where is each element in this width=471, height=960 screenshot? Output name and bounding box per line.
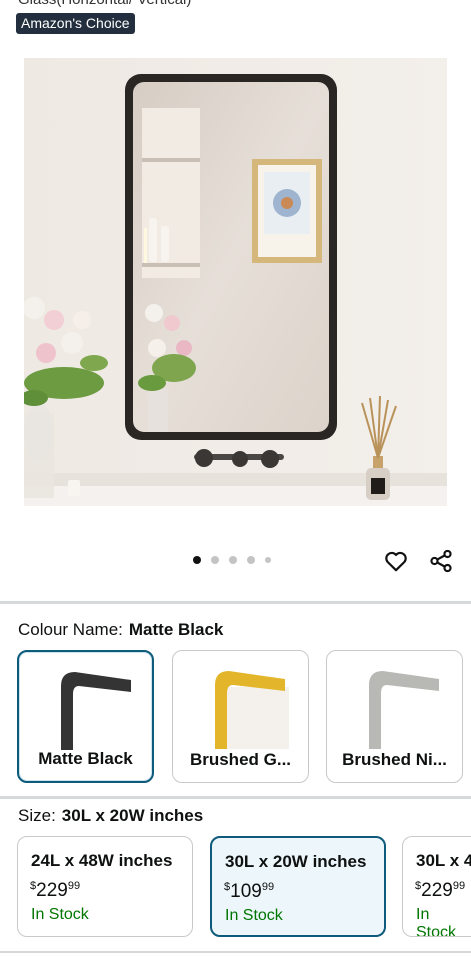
- heart-icon[interactable]: [383, 548, 409, 574]
- image-carousel-indicator[interactable]: [193, 556, 271, 564]
- colour-selected-value: Matte Black: [128, 620, 224, 639]
- colour-label: Colour Name:: [18, 620, 123, 639]
- colour-option-label: Brushed Ni...: [342, 750, 447, 769]
- section-divider: [0, 796, 471, 799]
- product-image[interactable]: [24, 58, 447, 506]
- carousel-dot[interactable]: [229, 556, 237, 564]
- size-option-price: $10999: [224, 881, 275, 902]
- product-title: Glass(Horizontal/ Vertical): [18, 0, 191, 8]
- section-divider: [0, 601, 471, 604]
- mirror-bathroom-illustration: [24, 58, 447, 506]
- colour-option-matte-black[interactable]: Matte Black: [17, 650, 154, 783]
- size-option-label: 24L x 48W inches: [31, 851, 173, 870]
- carousel-dot[interactable]: [265, 557, 271, 563]
- size-option-30x20[interactable]: 30L x 20W inches $10999 In Stock: [210, 836, 386, 937]
- brushed-nickel-frame-thumbnail: [369, 671, 439, 749]
- matte-black-frame-thumbnail: [61, 672, 131, 750]
- size-option-label: 30L x 20W inches: [225, 852, 367, 871]
- colour-label-row: Colour Name: Matte Black: [18, 620, 223, 640]
- size-option-label: 30L x 48W inches: [416, 851, 471, 870]
- carousel-dot[interactable]: [193, 556, 201, 564]
- brushed-gold-frame-thumbnail: [215, 671, 289, 749]
- size-option-price: $22999: [415, 880, 466, 901]
- colour-option-brushed-gold[interactable]: Brushed G...: [172, 650, 309, 783]
- size-label: Size:: [18, 806, 56, 825]
- colour-option-label: Brushed G...: [189, 750, 292, 769]
- stock-status: In Stock: [225, 907, 283, 924]
- colour-option-label: Matte Black: [38, 749, 133, 768]
- size-selected-value: 30L x 20W inches: [61, 806, 204, 825]
- size-option-24x48[interactable]: 24L x 48W inches $22999 In Stock: [17, 836, 193, 937]
- colour-option-brushed-nickel[interactable]: Brushed Ni...: [326, 650, 463, 783]
- carousel-dot[interactable]: [247, 556, 255, 564]
- size-option-price: $22999: [30, 880, 81, 901]
- stock-status: In Stock: [31, 906, 89, 923]
- size-label-row: Size: 30L x 20W inches: [18, 806, 203, 826]
- stock-status: In Stock: [416, 906, 457, 937]
- size-option-30x48[interactable]: 30L x 48W inches $22999 In Stock: [402, 836, 471, 937]
- section-divider: [0, 951, 471, 953]
- amazons-choice-badge[interactable]: Amazon's Choice: [16, 13, 135, 34]
- carousel-dot[interactable]: [211, 556, 219, 564]
- share-icon[interactable]: [428, 548, 454, 574]
